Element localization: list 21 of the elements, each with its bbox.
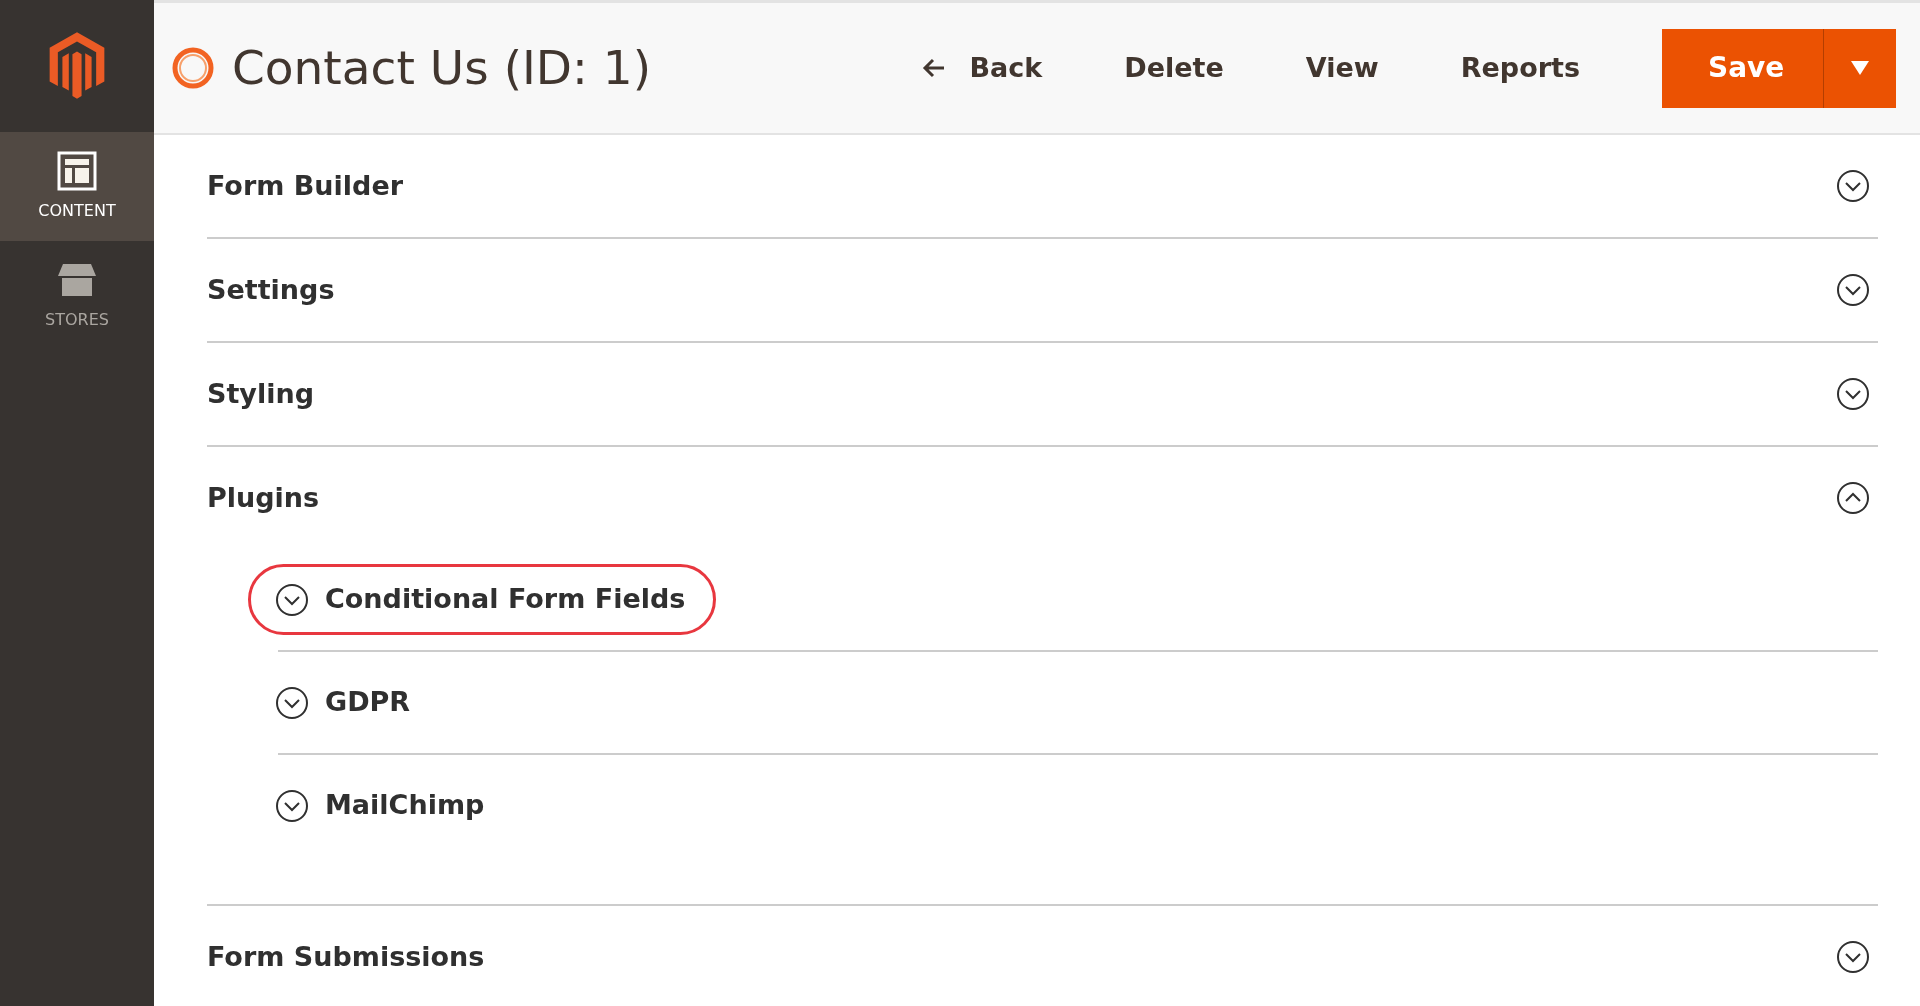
- dropdown-button[interactable]: [1823, 28, 1896, 108]
- plugin-title[interactable]: MailChimp: [325, 785, 485, 826]
- arrow-left-icon: [921, 56, 946, 80]
- layout-icon: [57, 150, 97, 191]
- section-title[interactable]: Settings: [207, 269, 335, 311]
- header-link[interactable]: Delete: [1124, 39, 1224, 97]
- sidebar-item[interactable]: CONTENT: [0, 132, 154, 241]
- header-link[interactable]: View: [1305, 39, 1379, 97]
- sidebar-item[interactable]: STORES: [0, 241, 154, 350]
- section-title[interactable]: Plugins: [207, 477, 320, 519]
- section-title[interactable]: Form Builder: [207, 165, 403, 207]
- section-title[interactable]: Form Submissions: [207, 936, 485, 978]
- section-title[interactable]: Styling: [207, 373, 314, 415]
- plugin-title[interactable]: GDPR: [325, 682, 411, 723]
- header-link[interactable]: Reports: [1460, 39, 1580, 97]
- caret-icon: [1851, 61, 1869, 75]
- page-title: Contact Us (ID: 1): [232, 38, 652, 97]
- plugin-title[interactable]: Conditional Form Fields: [325, 579, 686, 620]
- back-button[interactable]: Back: [921, 39, 1043, 97]
- save-button[interactable]: Save: [1662, 28, 1823, 108]
- ring-icon: [170, 45, 216, 91]
